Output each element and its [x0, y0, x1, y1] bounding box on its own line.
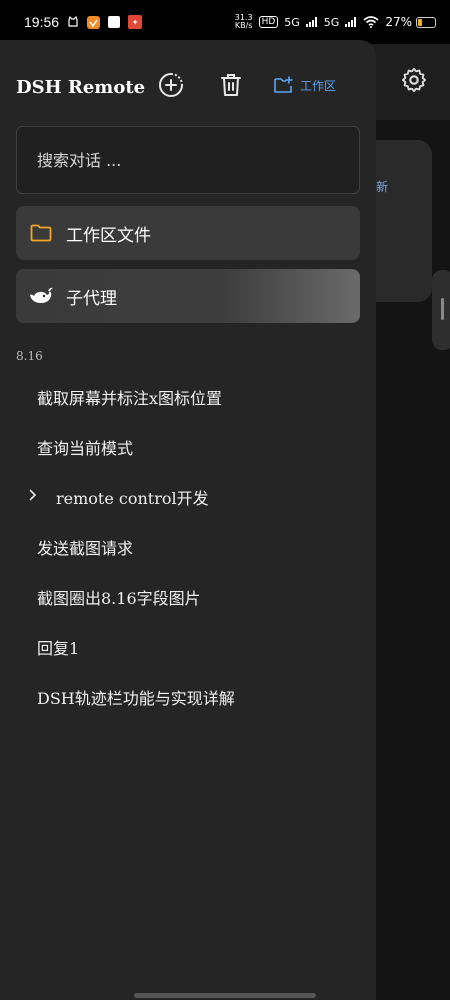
conversation-title: remote control开发 — [56, 489, 209, 508]
status-time: 19:56 — [24, 14, 60, 30]
background-card-text: 新 — [376, 180, 389, 194]
side-handle[interactable] — [432, 270, 450, 350]
subagent-button[interactable]: 子代理 — [16, 269, 360, 323]
subagent-label: 子代理 — [66, 288, 117, 309]
notification-square-icon — [108, 16, 121, 28]
app-title: DSH Remote — [16, 76, 146, 98]
home-indicator[interactable] — [134, 993, 316, 998]
conversation-item[interactable]: 查询当前模式 — [0, 422, 376, 472]
conversation-item[interactable]: DSH轨迹栏功能与实现详解 — [0, 672, 376, 722]
workspace-label: 工作区 — [300, 78, 337, 93]
conversation-title: DSH轨迹栏功能与实现详解 — [37, 689, 235, 708]
wifi-icon — [363, 16, 379, 28]
workspace-files-button[interactable]: 工作区文件 — [16, 206, 360, 260]
whale-icon — [30, 287, 53, 303]
conversation-item[interactable]: 截图圈出8.16字段图片 — [0, 572, 376, 622]
gear-icon[interactable] — [400, 66, 428, 94]
battery: 27% — [385, 15, 436, 29]
signal-5g-1: 5G — [284, 15, 300, 29]
conversation-title: 回复1 — [37, 639, 80, 658]
delete-button[interactable] — [216, 70, 246, 100]
folder-icon — [30, 224, 52, 242]
signal-bars-icon — [305, 17, 317, 27]
trash-icon — [221, 74, 241, 96]
conversation-list: 截取屏幕并标注x图标位置 查询当前模式 remote control开发 发送截… — [0, 372, 376, 722]
hd-badge: HD — [258, 16, 279, 28]
status-bar: 19:56 ✦ 31.3 KB/s HD 5G 5G 27% — [0, 0, 450, 44]
conversation-item[interactable]: 发送截图请求 — [0, 522, 376, 572]
conversation-item[interactable]: 截取屏幕并标注x图标位置 — [0, 372, 376, 422]
battery-icon — [416, 16, 436, 28]
cat-icon — [68, 16, 78, 27]
net-speed: 31.3 KB/s — [234, 13, 253, 30]
red-app-icon: ✦ — [128, 15, 143, 29]
conversation-item[interactable]: remote control开发 — [0, 472, 376, 522]
navigation-drawer: DSH Remote 工作区 搜索对话 ... 工作区文件 子代理 8.16 截… — [0, 40, 376, 1000]
workspace-button[interactable]: 工作区 — [274, 70, 354, 100]
search-input[interactable] — [16, 126, 360, 194]
drawer-header: DSH Remote 工作区 — [16, 70, 360, 104]
conversation-title: 截取屏幕并标注x图标位置 — [37, 389, 223, 408]
conversation-item[interactable]: 回复1 — [0, 622, 376, 672]
chevron-right-icon[interactable] — [28, 488, 38, 502]
conversation-title: 查询当前模式 — [37, 439, 134, 458]
date-section-label: 8.16 — [16, 349, 43, 363]
conversation-title: 截图圈出8.16字段图片 — [37, 589, 201, 608]
conversation-title: 发送截图请求 — [37, 539, 134, 558]
new-chat-button[interactable] — [156, 70, 186, 100]
signal-bars-icon — [345, 17, 357, 27]
folder-plus-icon — [274, 76, 293, 93]
plus-circle-icon — [159, 73, 183, 97]
signal-5g-2: 5G — [323, 15, 340, 29]
battery-fill — [418, 18, 423, 26]
workspace-files-label: 工作区文件 — [66, 225, 151, 246]
heart-app-icon — [87, 15, 101, 29]
